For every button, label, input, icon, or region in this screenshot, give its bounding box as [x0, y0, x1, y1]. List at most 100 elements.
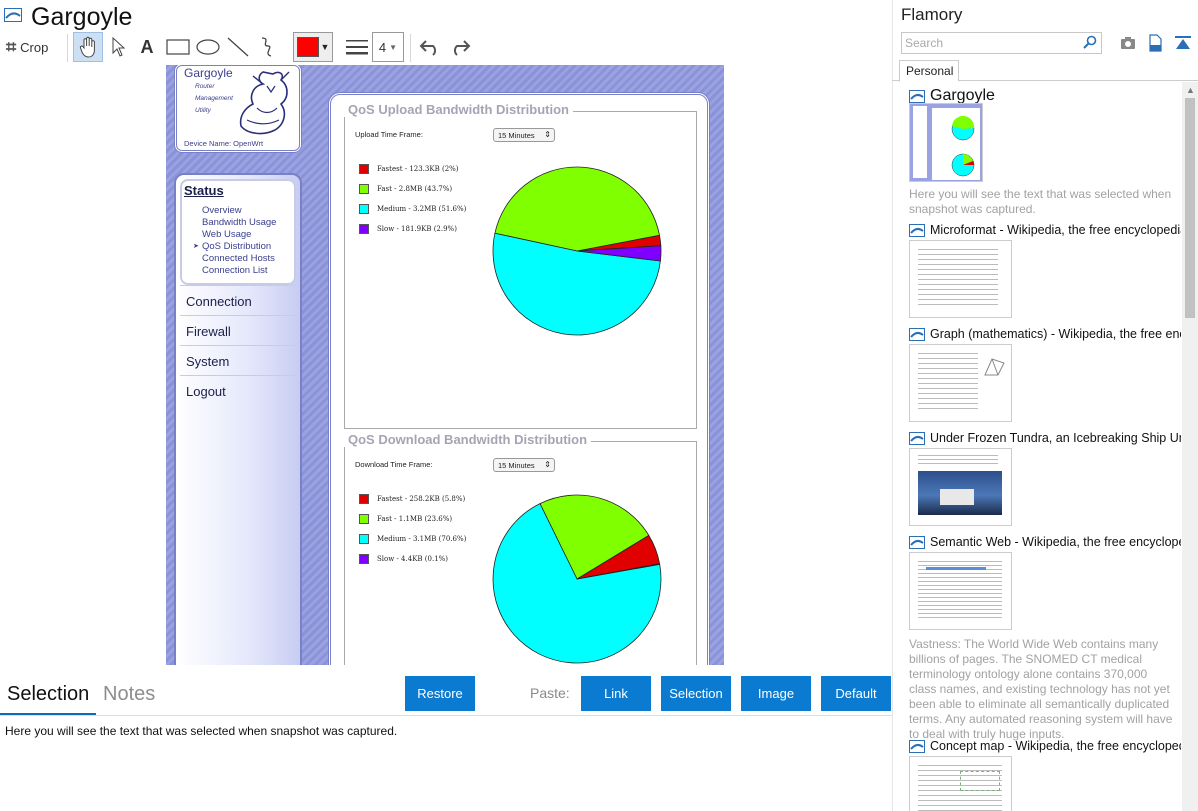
upload-time-select[interactable]: 15 Minutes — [493, 128, 555, 142]
logo-subtitle-3: Utility — [195, 107, 211, 114]
camera-icon[interactable] — [1119, 34, 1137, 52]
snapshot-title: Graph (mathematics) - Wikipedia, the fre… — [930, 327, 1181, 341]
nav-connected-hosts[interactable]: Connected Hosts — [202, 253, 275, 264]
snapshot-icon — [909, 89, 925, 103]
search-box — [901, 32, 1102, 54]
snapshot-thumbnail — [909, 240, 1012, 318]
snapshot-item[interactable]: Graph (mathematics) - Wikipedia, the fre… — [909, 325, 1181, 425]
download-pie-chart — [492, 494, 662, 664]
download-time-select[interactable]: 15 Minutes — [493, 458, 555, 472]
document-icon[interactable] — [1146, 34, 1164, 52]
device-name: Device Name: OpenWrt — [184, 139, 264, 148]
nav-system[interactable]: System — [180, 345, 296, 373]
toolbar-divider — [410, 34, 411, 62]
paste-selection-button[interactable]: Selection — [661, 676, 731, 711]
snapshot-icon — [909, 431, 925, 445]
paste-image-button[interactable]: Image — [741, 676, 811, 711]
nav-firewall[interactable]: Firewall — [180, 315, 296, 343]
snapshot-item[interactable]: Concept map - Wikipedia, the free encycl… — [909, 737, 1181, 811]
snapshot-description: Here you will see the text that was sele… — [909, 187, 1172, 216]
line-width-button[interactable] — [344, 32, 370, 62]
snapshot-item[interactable]: Gargoyle Here you will see the text that… — [909, 87, 1181, 217]
nav-connection-list[interactable]: Connection List — [202, 265, 267, 276]
freehand-icon — [261, 37, 272, 57]
upload-legend-fastest: Fastest - 123.3KB (2%) — [359, 164, 459, 174]
download-section: QoS Download Bandwidth Distribution Down… — [344, 432, 697, 665]
search-icon[interactable] — [1083, 35, 1097, 49]
undo-icon — [419, 40, 436, 56]
undo-button[interactable] — [417, 32, 443, 62]
upload-title: QoS Upload Bandwidth Distribution — [344, 102, 573, 117]
hand-icon — [79, 36, 95, 58]
nav-logout[interactable]: Logout — [180, 375, 296, 403]
snapshot-icon — [909, 327, 925, 341]
nav-status[interactable]: Status — [184, 183, 224, 198]
upload-time-label: Upload Time Frame: — [355, 130, 423, 139]
sidebar-scrollbar[interactable]: ▲ — [1182, 82, 1198, 811]
crop-label: Crop — [20, 39, 49, 55]
snapshot-title: Microformat - Wikipedia, the free encycl… — [930, 223, 1181, 237]
snapshot-icon — [4, 8, 22, 22]
restore-button[interactable]: Restore — [405, 676, 475, 711]
router-nav: Status Overview Bandwidth Usage Web Usag… — [174, 173, 302, 665]
snapshot-item[interactable]: Microformat - Wikipedia, the free encycl… — [909, 221, 1181, 321]
redo-button[interactable] — [447, 32, 473, 62]
nav-web-usage[interactable]: Web Usage — [202, 229, 251, 240]
pointer-tool-button[interactable] — [107, 32, 131, 62]
tab-personal[interactable]: Personal — [899, 60, 959, 82]
freehand-tool-button[interactable] — [256, 32, 280, 62]
search-input[interactable] — [902, 33, 1082, 53]
snapshot-list: Gargoyle Here you will see the text that… — [892, 82, 1182, 811]
snapshot-title: Semantic Web - Wikipedia, the free encyc… — [930, 535, 1181, 549]
upload-section: QoS Upload Bandwidth Distribution Upload… — [344, 102, 697, 429]
nav-bandwidth-usage[interactable]: Bandwidth Usage — [202, 217, 276, 228]
chevron-down-icon: ▼ — [389, 42, 398, 52]
snapshot-description: Vastness: The World Wide Web contains ma… — [909, 637, 1173, 741]
scrollbar-thumb[interactable] — [1185, 98, 1195, 318]
snapshot-icon — [909, 535, 925, 549]
scroll-up-icon[interactable]: ▲ — [1186, 85, 1195, 95]
snapshot-thumbnail — [909, 103, 983, 182]
download-legend-fastest: Fastest - 258.2KB (5.8%) — [359, 494, 465, 504]
ellipse-icon — [196, 39, 220, 55]
upload-legend-slow: Slow - 181.9KB (2.9%) — [359, 224, 457, 234]
redo-icon — [454, 40, 471, 56]
snapshot-title: Concept map - Wikipedia, the free encycl… — [930, 739, 1181, 753]
divider — [0, 715, 892, 716]
line-width-icon — [346, 40, 368, 55]
app-window: Gargoyle ⌗ Crop A ▼ 4 ▼ Gargoyle Router … — [0, 0, 1198, 811]
tab-notes[interactable]: Notes — [103, 683, 155, 706]
snapshot-canvas[interactable]: Gargoyle Router Management Utility Devic… — [166, 65, 724, 665]
nav-overview[interactable]: Overview — [202, 205, 242, 216]
snapshot-thumbnail — [909, 552, 1012, 630]
nav-qos-distribution[interactable]: QoS Distribution — [193, 241, 271, 252]
snapshot-thumbnail — [909, 756, 1012, 811]
snapshot-item[interactable]: Semantic Web - Wikipedia, the free encyc… — [909, 533, 1181, 741]
line-tool-button[interactable] — [226, 32, 250, 62]
snapshot-icon — [909, 739, 925, 753]
collapse-icon[interactable] — [1174, 34, 1192, 52]
text-tool-button[interactable]: A — [135, 32, 159, 62]
download-legend-medium: Medium - 3.1MB (70.6%) — [359, 534, 466, 544]
hand-tool-button[interactable] — [73, 32, 103, 62]
download-time-label: Download Time Frame: — [355, 460, 433, 469]
snapshot-item[interactable]: Under Frozen Tundra, an Icebreaking Ship… — [909, 429, 1181, 529]
snapshot-icon — [909, 223, 925, 237]
tab-selection[interactable]: Selection — [7, 683, 89, 706]
color-swatch — [296, 37, 319, 57]
line-icon — [227, 37, 249, 57]
gargoyle-icon — [239, 71, 290, 135]
line-width-select[interactable]: 4 ▼ — [372, 32, 404, 62]
paste-default-button[interactable]: Default — [821, 676, 891, 711]
ellipse-tool-button[interactable] — [195, 32, 221, 62]
bottom-panel: Selection Notes Restore Paste: Link Sele… — [0, 673, 892, 811]
selection-text[interactable]: Here you will see the text that was sele… — [5, 724, 397, 738]
nav-connection[interactable]: Connection — [180, 285, 296, 313]
chevron-down-icon: ▼ — [320, 42, 330, 52]
crop-button[interactable]: ⌗ Crop — [6, 32, 60, 62]
line-width-value: 4 — [378, 39, 387, 55]
color-picker[interactable]: ▼ — [293, 32, 333, 62]
toolbar: ⌗ Crop A ▼ 4 ▼ — [0, 32, 892, 64]
paste-link-button[interactable]: Link — [581, 676, 651, 711]
rectangle-tool-button[interactable] — [165, 32, 191, 62]
